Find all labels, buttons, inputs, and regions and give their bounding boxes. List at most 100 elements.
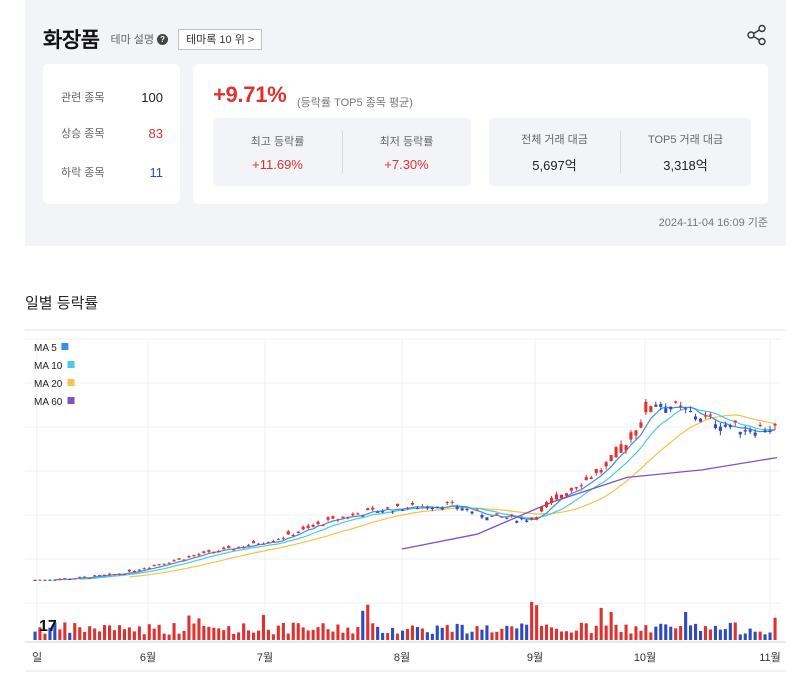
candle-body [564,493,568,496]
volume-bar [162,633,166,640]
candle-body [48,579,52,581]
volume-bar [505,625,509,640]
volume-bar [222,630,226,640]
candle-body [480,515,484,518]
volume-bar [475,626,479,640]
volume-bar [723,629,727,640]
volume-bar [564,631,568,640]
volume-bar [117,625,121,640]
candle-body [266,542,270,544]
candle-body [261,543,265,545]
candle-body [167,562,171,564]
top5-trading-label: TOP5 거래 대금 [647,133,724,146]
x-axis-label: 11월 [759,651,781,664]
candle-body [43,579,47,581]
volume-bar [207,626,211,640]
candle-body [242,547,246,549]
candle-body [425,507,429,509]
share-icon[interactable] [746,24,768,46]
candle-body [396,503,400,506]
candle-body [98,575,102,577]
candle-body [117,573,121,575]
candle-body [103,574,107,576]
volume-bar [247,630,251,640]
candle-body [371,507,375,510]
candle-body [281,537,285,539]
volume-bar [321,623,325,640]
theme-description-link[interactable]: 테마 설명 ? [110,31,169,47]
candle-body [152,564,156,567]
candle-body [68,579,72,580]
candle-body [137,569,141,571]
candle-body [520,518,524,520]
down-count-label: 하락 종목 [61,167,105,179]
volume-bar [455,623,459,640]
volume-bar [619,632,623,640]
volume-bar [217,628,221,640]
candle-body [420,506,424,508]
candle-body [450,501,454,503]
candle-body [733,420,737,423]
volume-bar [554,628,558,640]
volume-bar [291,622,295,640]
volume-bar [708,629,712,640]
volume-bar [361,610,365,640]
volume-bar [103,625,107,640]
volume-bar [237,632,241,640]
candle-body [73,578,77,580]
volume-bar [465,633,469,640]
volume-bar [664,624,668,640]
candle-body [306,525,310,528]
volume-bar [391,628,395,640]
volume-bar [440,627,444,640]
volume-bar [629,633,633,640]
volume-bar [396,633,400,640]
candle-body [753,432,757,436]
volume-bar [68,632,72,640]
question-circle-icon: ? [157,33,169,45]
volume-bar [286,633,290,640]
volume-bar [535,605,539,640]
candle-body [713,424,717,429]
candle-body [475,509,479,511]
candle-body [728,425,732,428]
candle-body [132,571,136,572]
volume-bar [401,630,405,640]
legend-label: MA 20 [34,379,63,390]
volume-bar [445,625,449,640]
volume-bar [510,626,514,640]
volume-bar [311,629,315,640]
candle-body [361,515,365,517]
volume-bar [689,625,693,640]
candle-body [316,521,320,525]
candle-body [247,545,251,547]
candle-body [669,406,673,410]
volume-bar [88,626,92,640]
candle-body [311,524,315,527]
candle-body [237,546,241,548]
total-trading-label: 전체 거래 대금 [521,133,588,146]
volume-bar [550,627,554,640]
candle-body [768,430,772,432]
candle-body [301,526,305,530]
theme-rank-button[interactable]: 테마록 10 위 > [178,28,263,50]
x-axis-label: 일 [32,650,42,664]
candle-body [276,538,280,540]
volume-bar [545,624,549,640]
volume-bar [589,633,593,640]
daily-rate-chart[interactable]: 일 6월 7월 8월 9월 10월 11월 MA 5 MA 10 MA 20 MA 60 17 [25,329,786,681]
candle-body [217,551,221,552]
candlestick-chart-svg[interactable]: 일 6월 7월 8월 9월 10월 11월 MA 5 MA 10 MA 20 MA 60 17 [25,329,786,681]
candle-body [624,445,628,451]
candle-body [604,462,608,467]
legend-swatch [61,343,69,350]
average-rate-card: +9.71% (등락률 TOP5 종목 평균) 최고 등락률 +11.69% 최… [193,64,768,204]
candle-body [649,406,653,412]
x-axis-label: 9월 [527,651,543,664]
candle-body [405,507,409,509]
candle-body [386,507,390,509]
volume-bar [450,631,454,640]
volume-bar [78,627,82,640]
title-row: 화장품 테마 설명 ? 테마록 10 위 > [43,24,263,54]
volume-bar [485,625,489,640]
